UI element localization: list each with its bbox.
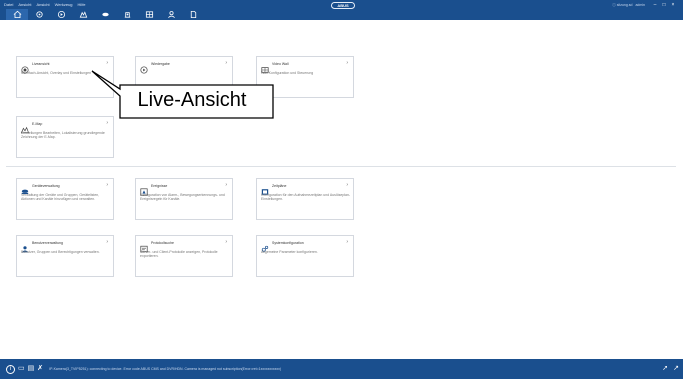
session-info: ⓘ sitzung.sd xyxy=(612,2,633,7)
card-systemkonfiguration[interactable]: Systemkonfiguration › Allgemeine Paramet… xyxy=(256,235,354,277)
menu-datei[interactable]: Datei xyxy=(4,0,13,9)
section-divider xyxy=(6,166,676,167)
menu-werkzeug[interactable]: Werkzeug xyxy=(55,0,73,9)
card-e-map[interactable]: E-Map › Einstellungen Bearbeiten, Lokali… xyxy=(16,116,114,158)
video-wall-icon[interactable] xyxy=(138,9,160,20)
chevron-right-icon: › xyxy=(346,239,348,245)
chevron-right-icon: › xyxy=(346,182,348,188)
card-title: Zeitpläne xyxy=(272,184,287,188)
card-title: Geräteverwaltung xyxy=(32,184,60,188)
chevron-right-icon: › xyxy=(225,60,227,66)
card-zeitplaene[interactable]: Zeitpläne › Konfiguration für den Aufnah… xyxy=(256,178,354,220)
card-protokollsuche[interactable]: Protokollsuche › Server- und Client-Prot… xyxy=(135,235,233,277)
emap-icon[interactable] xyxy=(72,9,94,20)
chevron-right-icon: › xyxy=(346,60,348,66)
pin-icon[interactable]: ➚ xyxy=(662,364,668,374)
card-title: Systemkonfiguration xyxy=(272,241,304,245)
trash-icon[interactable]: ▭ xyxy=(18,364,25,374)
menu-hilfe[interactable]: Hilfe xyxy=(78,0,86,9)
chevron-right-icon: › xyxy=(106,239,108,245)
card-description: Konfiguration von Alarm-, Bewegungserken… xyxy=(140,193,225,201)
events-icon[interactable] xyxy=(116,9,138,20)
system-config-icon xyxy=(261,240,269,252)
card-description: Einstellungen Bearbeiten, Lokalisierung … xyxy=(21,131,105,139)
card-title: Protokollsuche xyxy=(151,241,174,245)
card-title: Ereignisse xyxy=(151,184,168,188)
camera-icon xyxy=(21,61,29,74)
chevron-right-icon: › xyxy=(225,182,227,188)
abus-logo: ABUS xyxy=(331,2,355,9)
schedule-icon xyxy=(261,183,269,195)
expand-icon[interactable]: ↗ xyxy=(673,364,679,374)
card-title: Wiedergabe xyxy=(151,62,170,66)
info-icon[interactable]: i xyxy=(6,364,15,374)
storage-icon[interactable] xyxy=(94,9,116,20)
card-title: Liveansicht xyxy=(32,62,50,66)
minimize-icon[interactable]: – xyxy=(651,2,659,8)
card-benutzerverwaltung[interactable]: Benutzerverwaltung › Benutzer, Gruppen u… xyxy=(16,235,114,277)
card-ereignisse[interactable]: Ereignisse › Konfiguration von Alarm-, B… xyxy=(135,178,233,220)
menu-system[interactable]: Ansicht xyxy=(18,0,31,9)
playback-icon xyxy=(140,61,148,74)
status-left: i ▭ ▤ ✗ IP-Kamera(3_TVIP5251): connectin… xyxy=(6,364,281,374)
callout-text: Live-Ansicht xyxy=(137,89,247,111)
chevron-right-icon: › xyxy=(106,60,108,66)
status-message: IP-Kamera(3_TVIP5251): connecting to dev… xyxy=(49,367,281,371)
user-management-icon xyxy=(21,240,29,253)
user-name: admin xyxy=(635,3,645,7)
card-description: Wall Konfiguration und Steuerung xyxy=(261,71,314,75)
home-dashboard: Liveansicht › Mehrfach-Ansicht, Overlay … xyxy=(0,20,683,359)
card-title: Benutzerverwaltung xyxy=(32,241,63,245)
maximize-icon[interactable]: □ xyxy=(660,2,668,8)
card-description: Server- und Client-Protokolle anzeigen, … xyxy=(140,250,218,258)
main-toolbar xyxy=(6,9,204,20)
settings-icon[interactable] xyxy=(28,9,50,20)
card-description: Allgemeine Parameter konfigurieren. xyxy=(261,250,318,254)
card-description: Konfiguration für den Aufnahmezeitplan u… xyxy=(261,193,351,201)
emap-icon xyxy=(20,121,30,134)
card-geraeteverwaltung[interactable]: Geräteverwaltung › Verwaltung der Geräte… xyxy=(16,178,114,220)
status-bar: i ▭ ▤ ✗ IP-Kamera(3_TVIP5251): connectin… xyxy=(0,359,683,379)
home-icon[interactable] xyxy=(6,9,28,20)
status-right: ➚ ↗ xyxy=(662,364,679,374)
chevron-right-icon: › xyxy=(106,182,108,188)
top-right-status: ⓘ sitzung.sd admin – □ × xyxy=(612,1,677,9)
callout-annotation: Live-Ansicht xyxy=(90,69,274,119)
log-search-icon xyxy=(140,240,148,253)
playback-icon[interactable] xyxy=(50,9,72,20)
video-wall-icon xyxy=(261,61,269,73)
close-icon[interactable]: × xyxy=(669,2,677,8)
chevron-right-icon: › xyxy=(106,120,108,126)
event-icon xyxy=(140,183,148,196)
file-icon[interactable] xyxy=(182,9,204,20)
card-title: Video Wall xyxy=(272,62,289,66)
menu-ansicht[interactable]: Ansicht xyxy=(36,0,49,9)
alarm-icon[interactable]: ▤ xyxy=(28,364,35,374)
device-icon xyxy=(21,183,29,194)
user-icon[interactable] xyxy=(160,9,182,20)
card-title: E-Map xyxy=(32,122,43,126)
title-bar: Datei Ansicht Ansicht Werkzeug Hilfe ABU… xyxy=(0,0,683,20)
chevron-right-icon: › xyxy=(225,239,227,245)
card-description: Benutzer, Gruppen und Berechtigungen ver… xyxy=(21,250,100,254)
mute-icon[interactable]: ✗ xyxy=(37,364,43,374)
card-description: Verwaltung der Geräte und Gruppen, Gerät… xyxy=(21,193,100,201)
